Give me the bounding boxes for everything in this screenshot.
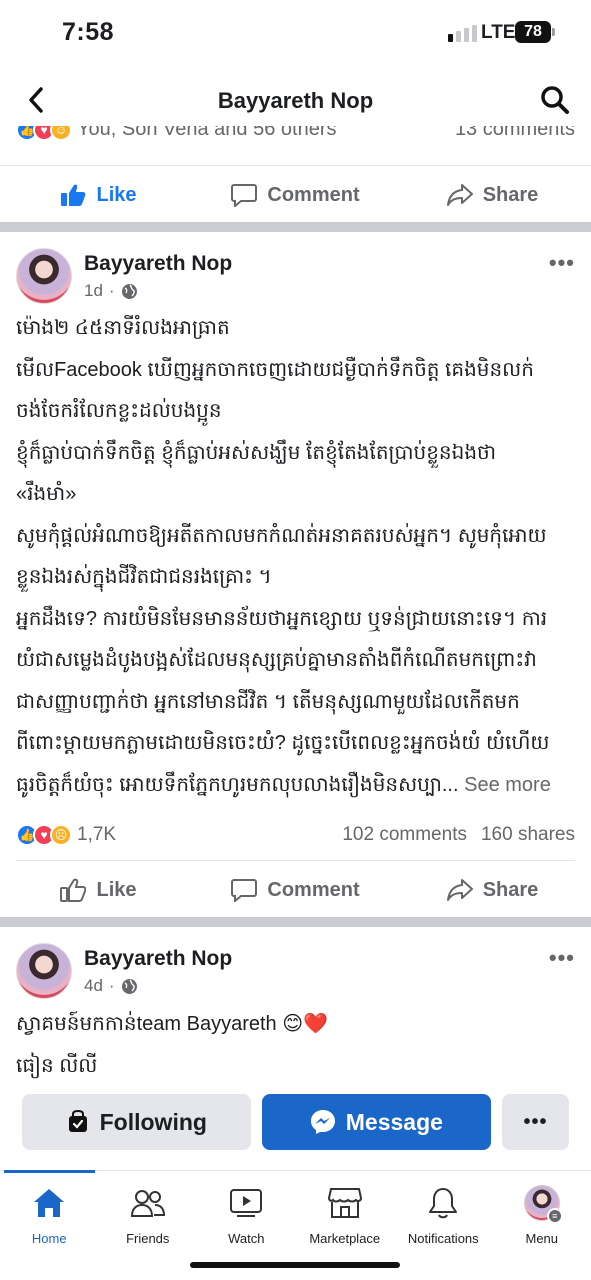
comment-icon [231,184,258,207]
post-time[interactable]: 1d [84,281,103,301]
thumbs-up-icon [61,184,86,206]
comments-count[interactable]: 13 comments [455,126,575,141]
following-icon [68,1110,87,1132]
comment-button[interactable]: Comment [197,183,394,207]
post-time[interactable]: 4d [84,976,103,996]
menu-avatar: ≡ [523,1185,563,1224]
post-meta: 4d · [84,976,138,996]
nav-item-friends[interactable]: Friends [99,1183,198,1246]
feed-separator [0,222,591,232]
previous-post-actions: Like Comment Share [0,166,591,224]
watch-icon [227,1183,265,1223]
active-tab-indicator [4,1170,95,1173]
header: Bayyareth Nop [0,68,591,134]
post-text-line: ជាសញ្ញាបញ្ជាក់ថា អ្នកនៅមានជីវិត ។ តើមនុស… [16,690,520,713]
friends-icon [129,1183,167,1223]
following-button[interactable]: Following [22,1094,251,1150]
reaction-summary[interactable]: 👍 ♥ ☹ 1,7K [16,824,116,846]
battery-icon: 78 [515,21,555,43]
more-options-button[interactable]: ••• [549,250,575,276]
search-icon [541,86,569,114]
status-bar: 7:58 LTE 78 [0,0,591,68]
care-reaction-icon: ☺ [50,126,72,141]
post-text-line: ខ្ញុំក៏ធ្លាប់បាក់ទឹកចិត្ត ខ្ញុំក៏ធ្លាប់អ… [16,441,497,464]
menu-icon: ≡ [546,1208,563,1224]
post-text-line: ស្វាគមន៍មកកាន់team Bayyareth 😊❤️ [16,1013,328,1035]
post-text-line: «រឹងមាំ» [16,483,77,505]
share-icon [446,879,473,901]
share-button[interactable]: Share [394,878,591,902]
post-text-line: ចង់ចែករំលែកខ្លះដល់បងប្អូន [16,400,222,422]
page-title: Bayyareth Nop [217,88,374,113]
feed-separator [0,917,591,927]
more-button[interactable]: ••• [502,1094,569,1150]
nav-item-marketplace[interactable]: Marketplace [296,1183,395,1246]
nav-item-notifications[interactable]: Notifications [394,1183,493,1246]
status-time: 7:58 [62,18,115,46]
nav-item-menu[interactable]: ≡ Menu [493,1183,591,1246]
share-button[interactable]: Share [394,183,591,207]
post-text-line: សូមកុំផ្តល់អំណាចឱ្យអតីតកាលមកកំណត់អនាគតរប… [16,524,547,547]
more-options-button[interactable]: ••• [549,945,575,971]
post-text-line: អ្នកដឹងទេ? ការយំមិនមែនមានន័យថាអ្នកខ្សោយ … [16,607,548,630]
comments-count[interactable]: 102 comments [342,824,467,846]
signal-icon [448,25,477,42]
marketplace-icon [326,1183,364,1223]
reaction-summary[interactable]: 👍 ♥ ☺ You, Son Vena and 56 others [16,126,336,141]
post-text-line: ម៉ោង២ ៤៥នាទីរំលងអាធ្រាត [16,317,230,339]
reactions-count: 1,7K [77,824,117,845]
home-icon [30,1183,68,1223]
network-label: LTE [481,22,516,43]
message-button[interactable]: Message [261,1094,492,1150]
post-text-line: ពីពោះម្តាយមកភ្លាមដោយមិនចេះយំ? ដូច្នេះបើព… [16,732,550,754]
avatar[interactable] [16,248,72,304]
like-button[interactable]: Like [0,878,197,902]
messenger-icon [310,1110,335,1134]
like-button[interactable]: Like [0,183,197,207]
post-text-line: យំជាសម្លេងដំបូងបង្អស់ដែលមនុស្សគ្រប់គ្នាម… [16,649,537,671]
post-actions: Like Comment Share [0,861,591,919]
post-body: ស្វាគមន៍មកកាន់team Bayyareth 😊❤️ ធៀន លីល… [16,1004,575,1087]
search-button[interactable] [537,82,573,118]
reactions-text: You, Son Vena and 56 others [77,126,337,140]
globe-icon [121,283,137,299]
see-more-link[interactable]: See more [464,774,551,796]
thumbs-up-icon [60,878,87,902]
avatar[interactable] [16,943,72,999]
nav-item-home[interactable]: Home [0,1183,99,1246]
post-text-line: ធៀន លីលី [16,1054,98,1077]
post-meta: 1d · [84,281,138,301]
shares-count[interactable]: 160 shares [481,824,575,846]
post-header: Bayyareth Nop 1d · ••• [16,248,575,308]
bell-icon [424,1183,462,1223]
post-text-line: មើលFacebook ឃើញអ្នកចាកចេញដោយជម្ងឺបាក់ទឹក… [16,358,534,381]
nav-item-watch[interactable]: Watch [197,1183,296,1246]
post-stats: 👍 ♥ ☹ 1,7K 102 comments 160 shares [16,820,575,850]
profile-actions: Following Message ••• [22,1094,569,1150]
post-header: Bayyareth Nop 4d · ••• [16,943,575,1003]
comment-icon [231,879,258,902]
globe-icon [121,978,137,994]
post-body: ម៉ោង២ ៤៥នាទីរំលងអាធ្រាត មើលFacebook ឃើញអ… [16,308,575,806]
share-icon [446,184,473,206]
post-author[interactable]: Bayyareth Nop [84,252,232,276]
comment-button[interactable]: Comment [197,878,394,902]
sad-reaction-icon: ☹ [50,824,72,846]
post-author[interactable]: Bayyareth Nop [84,947,232,971]
home-indicator [190,1262,400,1268]
post-text-line: ខ្លួនឯងរស់ក្នុងជីវិតជាជនរងគ្រោះ ។ [16,566,272,588]
previous-post-summary: 👍 ♥ ☺ You, Son Vena and 56 others 13 com… [0,126,591,166]
post-text-line: ធូរចិត្តក៏យំចុះ អោយទឹកភ្នែកហូរមកលុបលាងរឿ… [16,773,551,796]
